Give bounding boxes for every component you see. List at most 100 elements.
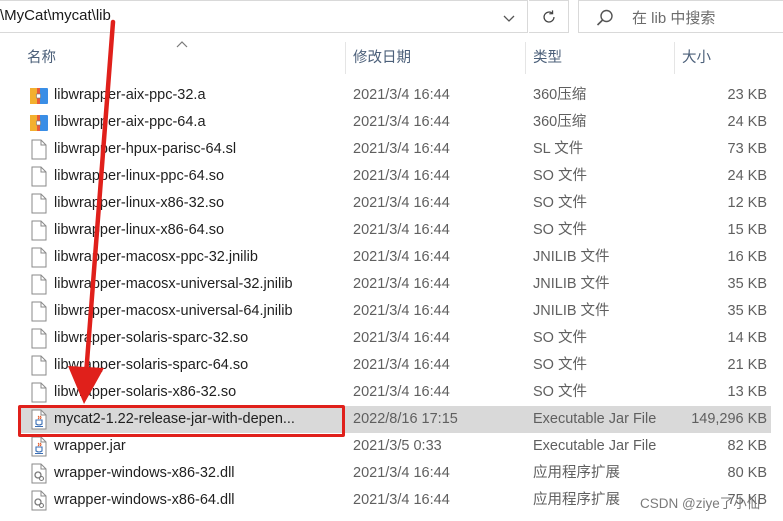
file-name: libwrapper-linux-ppc-64.so bbox=[54, 168, 225, 184]
file-icon bbox=[29, 301, 49, 322]
file-size: 12 KB bbox=[727, 195, 768, 211]
file-icon bbox=[29, 166, 49, 187]
file-date: 2021/3/4 16:44 bbox=[353, 114, 450, 130]
file-row[interactable]: libwrapper-linux-ppc-64.so 2021/3/4 16:44… bbox=[19, 163, 771, 190]
file-size: 15 KB bbox=[727, 222, 768, 238]
file-row[interactable]: libwrapper-aix-ppc-32.a 2021/3/4 16:44 360… bbox=[19, 82, 771, 109]
column-name-header[interactable]: 名称 bbox=[19, 38, 56, 76]
file-date: 2021/3/4 16:44 bbox=[353, 195, 450, 211]
file-type: JNILIB 文件 bbox=[533, 303, 610, 319]
file-row[interactable]: wrapper.jar 2021/3/5 0:33 Executable Jar F… bbox=[19, 433, 771, 460]
file-size: 35 KB bbox=[727, 303, 768, 319]
file-row[interactable]: libwrapper-aix-ppc-64.a 2021/3/4 16:44 360… bbox=[19, 109, 771, 136]
file-date: 2021/3/4 16:44 bbox=[353, 330, 450, 346]
file-name: libwrapper-macosx-universal-32.jnilib bbox=[54, 276, 293, 292]
file-date: 2021/3/4 16:44 bbox=[353, 87, 450, 103]
file-row[interactable]: libwrapper-solaris-sparc-32.so 2021/3/4 1… bbox=[19, 325, 771, 352]
file-type: Executable Jar File bbox=[533, 411, 657, 427]
file-row[interactable]: libwrapper-linux-x86-32.so 2021/3/4 16:44… bbox=[19, 190, 771, 217]
file-name: wrapper-windows-x86-32.dll bbox=[54, 465, 235, 481]
file-icon bbox=[29, 355, 49, 376]
file-row[interactable]: libwrapper-macosx-universal-64.jnilib 202… bbox=[19, 298, 771, 325]
sort-ascending-icon bbox=[176, 41, 188, 48]
address-bar[interactable]: \MyCat\mycat\lib bbox=[0, 0, 528, 33]
file-row[interactable]: libwrapper-macosx-universal-32.jnilib 202… bbox=[19, 271, 771, 298]
refresh-icon bbox=[543, 10, 555, 23]
file-date: 2022/8/16 17:15 bbox=[353, 411, 458, 427]
column-type-header[interactable]: 类型 bbox=[525, 38, 562, 76]
file-row[interactable]: libwrapper-linux-x86-64.so 2021/3/4 16:44… bbox=[19, 217, 771, 244]
file-type: 应用程序扩展 bbox=[533, 465, 620, 481]
file-size: 21 KB bbox=[727, 357, 768, 373]
dll-icon bbox=[29, 463, 49, 484]
file-size: 24 KB bbox=[727, 168, 768, 184]
file-name: libwrapper-solaris-sparc-32.so bbox=[54, 330, 249, 346]
file-name: libwrapper-aix-ppc-64.a bbox=[54, 114, 206, 130]
file-size: 149,296 KB bbox=[691, 411, 767, 427]
file-date: 2021/3/4 16:44 bbox=[353, 357, 450, 373]
column-size-header[interactable]: 大小 bbox=[674, 38, 711, 76]
column-date-header[interactable]: 修改日期 bbox=[345, 38, 411, 76]
file-name: libwrapper-macosx-universal-64.jnilib bbox=[54, 303, 293, 319]
file-icon bbox=[29, 382, 49, 403]
annotation-highlight-box bbox=[18, 405, 345, 437]
search-input[interactable]: 在 lib 中搜索 bbox=[578, 0, 783, 33]
file-date: 2021/3/4 16:44 bbox=[353, 465, 450, 481]
file-row[interactable]: wrapper-windows-x86-32.dll 2021/3/4 16:44… bbox=[19, 460, 771, 487]
file-type: SL 文件 bbox=[533, 141, 584, 157]
file-size: 35 KB bbox=[727, 276, 768, 292]
file-date: 2021/3/4 16:44 bbox=[353, 492, 450, 508]
file-name: libwrapper-solaris-sparc-64.so bbox=[54, 357, 249, 373]
file-icon bbox=[29, 139, 49, 160]
file-date: 2021/3/4 16:44 bbox=[353, 141, 450, 157]
file-type: SO 文件 bbox=[533, 384, 587, 400]
file-type: SO 文件 bbox=[533, 168, 587, 184]
file-name: wrapper-windows-x86-64.dll bbox=[54, 492, 235, 508]
file-date: 2021/3/5 0:33 bbox=[353, 438, 442, 454]
jar-icon bbox=[29, 436, 49, 457]
address-path: \MyCat\mycat\lib bbox=[0, 7, 111, 24]
file-name: libwrapper-aix-ppc-32.a bbox=[54, 87, 206, 103]
file-icon bbox=[29, 328, 49, 349]
watermark: CSDN @ziye了小仙 bbox=[640, 496, 761, 511]
file-type: SO 文件 bbox=[533, 195, 587, 211]
file-row[interactable]: libwrapper-solaris-x86-32.so 2021/3/4 16:… bbox=[19, 379, 771, 406]
file-row[interactable]: libwrapper-solaris-sparc-64.so 2021/3/4 1… bbox=[19, 352, 771, 379]
file-size: 13 KB bbox=[727, 384, 768, 400]
file-type: SO 文件 bbox=[533, 222, 587, 238]
file-name: libwrapper-hpux-parisc-64.sl bbox=[54, 141, 237, 157]
column-header: 名称 修改日期 类型 大小 bbox=[0, 38, 783, 76]
file-size: 24 KB bbox=[727, 114, 768, 130]
file-date: 2021/3/4 16:44 bbox=[353, 222, 450, 238]
file-date: 2021/3/4 16:44 bbox=[353, 168, 450, 184]
file-type: Executable Jar File bbox=[533, 438, 657, 454]
file-size: 73 KB bbox=[727, 141, 768, 157]
file-size: 23 KB bbox=[727, 87, 768, 103]
file-type: JNILIB 文件 bbox=[533, 249, 610, 265]
file-name: libwrapper-linux-x86-32.so bbox=[54, 195, 225, 211]
file-name: wrapper.jar bbox=[54, 438, 126, 454]
file-type: SO 文件 bbox=[533, 330, 587, 346]
file-date: 2021/3/4 16:44 bbox=[353, 249, 450, 265]
file-icon bbox=[29, 274, 49, 295]
refresh-button[interactable] bbox=[529, 0, 569, 33]
file-date: 2021/3/4 16:44 bbox=[353, 276, 450, 292]
file-type: 360压缩 bbox=[533, 87, 587, 103]
search-placeholder: 在 lib 中搜索 bbox=[632, 10, 716, 27]
file-date: 2021/3/4 16:44 bbox=[353, 303, 450, 319]
file-type: 360压缩 bbox=[533, 114, 587, 130]
file-icon bbox=[29, 220, 49, 241]
file-type: JNILIB 文件 bbox=[533, 276, 610, 292]
archive-icon bbox=[29, 112, 49, 133]
chevron-down-icon[interactable] bbox=[500, 9, 518, 27]
file-size: 82 KB bbox=[727, 438, 768, 454]
file-name: libwrapper-solaris-x86-32.so bbox=[54, 384, 237, 400]
file-size: 16 KB bbox=[727, 249, 768, 265]
archive-icon bbox=[29, 85, 49, 106]
file-icon bbox=[29, 247, 49, 268]
file-row[interactable]: libwrapper-hpux-parisc-64.sl 2021/3/4 16:… bbox=[19, 136, 771, 163]
file-size: 14 KB bbox=[727, 330, 768, 346]
file-type: SO 文件 bbox=[533, 357, 587, 373]
file-size: 80 KB bbox=[727, 465, 768, 481]
file-row[interactable]: libwrapper-macosx-ppc-32.jnilib 2021/3/4 … bbox=[19, 244, 771, 271]
